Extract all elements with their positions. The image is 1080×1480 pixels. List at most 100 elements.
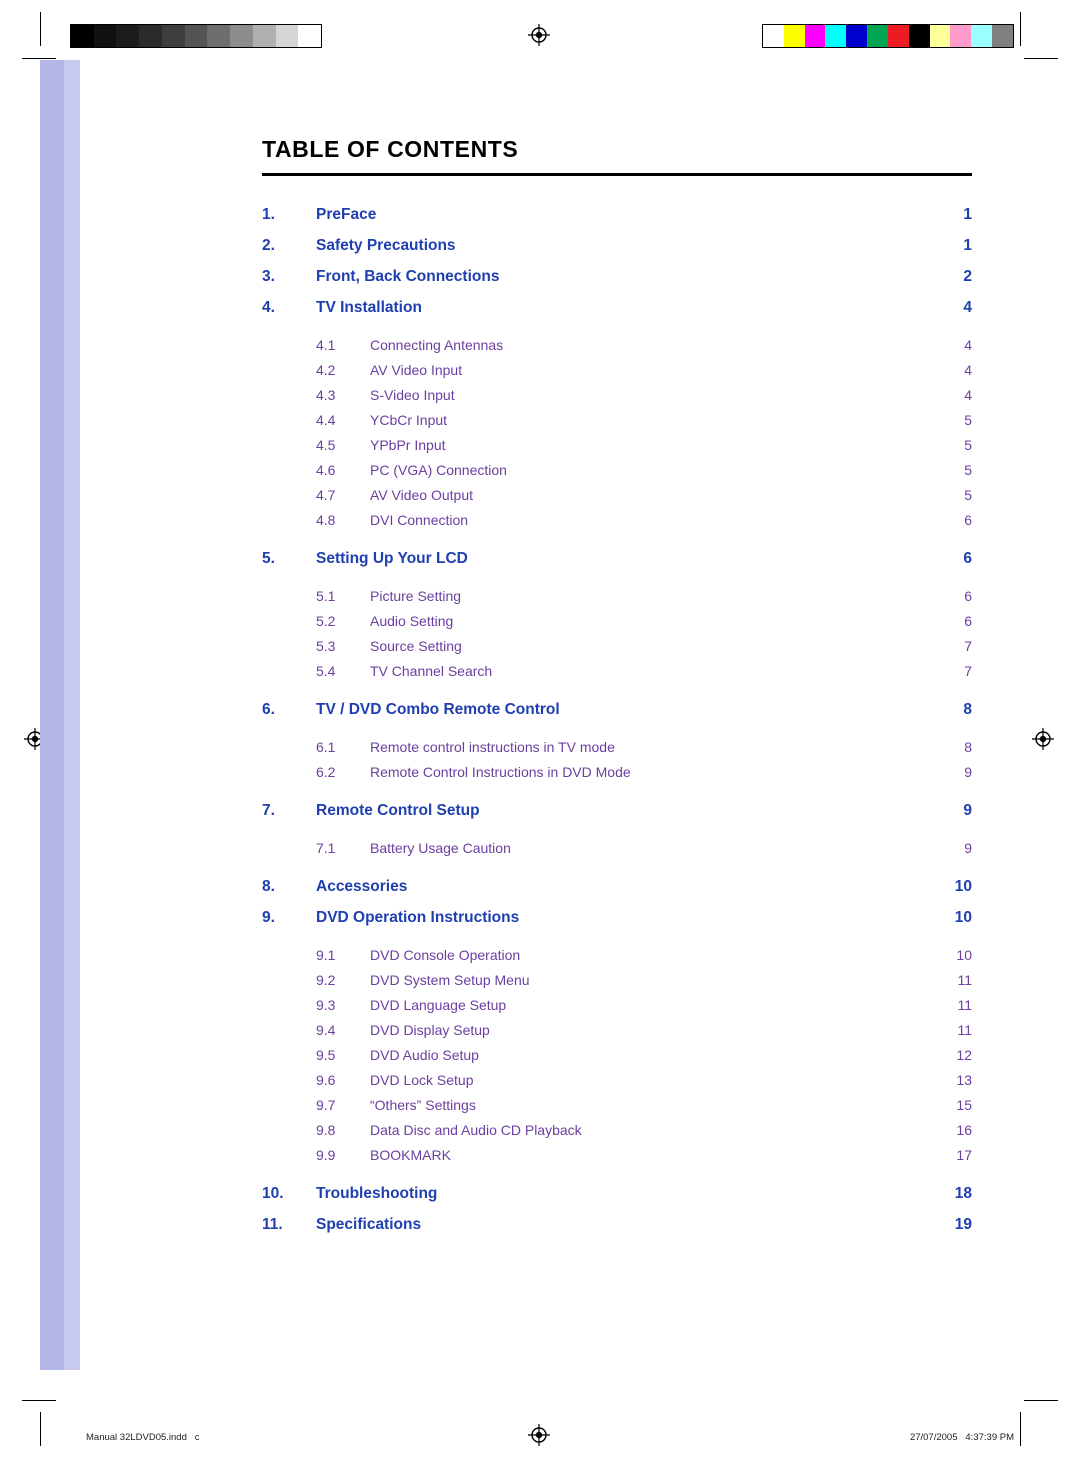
toc-entry[interactable]: 5.4 TV Channel Search 7 xyxy=(262,663,972,679)
toc-entry-page: 4 xyxy=(963,299,972,316)
toc-entry-page: 7 xyxy=(964,663,972,679)
toc-spacer xyxy=(262,581,972,588)
toc-entry-page: 12 xyxy=(956,1047,972,1063)
toc-entry[interactable]: 9.6 DVD Lock Setup 13 xyxy=(262,1072,972,1088)
toc-entry-page: 9 xyxy=(963,802,972,819)
crop-mark-bottom-right-vertical xyxy=(1020,1412,1021,1446)
toc-entry[interactable]: 4.1 Connecting Antennas 4 xyxy=(262,337,972,353)
toc-entry-number: 1. xyxy=(262,206,275,223)
left-decorative-band-light xyxy=(64,60,80,1370)
toc-entry[interactable]: 11. Specifications 19 xyxy=(262,1216,972,1234)
toc-entry[interactable]: 4.3 S-Video Input 4 xyxy=(262,387,972,403)
toc-entry[interactable]: 9. DVD Operation Instructions 10 xyxy=(262,909,972,927)
toc-entry[interactable]: 9.4 DVD Display Setup 11 xyxy=(262,1022,972,1038)
toc-entry-number: 9.9 xyxy=(316,1147,336,1163)
footer-timestamp: 27/07/2005 4:37:39 PM xyxy=(909,1432,1014,1443)
toc-entry[interactable]: 2. Safety Precautions 1 xyxy=(262,237,972,255)
toc-entry[interactable]: 9.7 “Others” Settings 15 xyxy=(262,1097,972,1113)
registration-mark-bottom xyxy=(528,1424,550,1446)
toc-entry-page: 4 xyxy=(964,337,972,353)
toc-spacer xyxy=(262,330,972,337)
toc-spacer xyxy=(262,537,972,550)
toc-entry-page: 7 xyxy=(964,638,972,654)
crop-mark-top-right-horizontal xyxy=(1024,58,1058,59)
toc-entry-page: 5 xyxy=(964,412,972,428)
toc-entry-number: 9. xyxy=(262,909,275,926)
toc-entry-number: 4.4 xyxy=(316,412,336,428)
toc-entry[interactable]: 9.2 DVD System Setup Menu 11 xyxy=(262,972,972,988)
toc-entry[interactable]: 5.1 Picture Setting 6 xyxy=(262,588,972,604)
toc-entry-number: 9.1 xyxy=(316,947,336,963)
toc-entry-number: 4.7 xyxy=(316,487,336,503)
toc-entry-page: 4 xyxy=(964,362,972,378)
toc-entry[interactable]: 9.5 DVD Audio Setup 12 xyxy=(262,1047,972,1063)
toc-entry-number: 4.3 xyxy=(316,387,336,403)
toc-entry[interactable]: 5.3 Source Setting 7 xyxy=(262,638,972,654)
toc-entry-page: 11 xyxy=(957,997,972,1013)
toc-entry-number: 7.1 xyxy=(316,840,336,856)
toc-entry-label: DVD Audio Setup xyxy=(370,1047,479,1063)
toc-entry[interactable]: 9.3 DVD Language Setup 11 xyxy=(262,997,972,1013)
toc-entry[interactable]: 10. Troubleshooting 18 xyxy=(262,1185,972,1203)
toc-entry-label: PC (VGA) Connection xyxy=(370,462,507,478)
toc-entry[interactable]: 5. Setting Up Your LCD 6 xyxy=(262,550,972,568)
toc-spacer xyxy=(262,789,972,802)
toc-entry-page: 10 xyxy=(954,909,972,926)
toc-entry-number: 5.3 xyxy=(316,638,336,654)
toc-entry-number: 5.4 xyxy=(316,663,336,679)
toc-entry[interactable]: 5.2 Audio Setting 6 xyxy=(262,613,972,629)
toc-entry-number: 9.7 xyxy=(316,1097,336,1113)
crop-mark-top-left-horizontal xyxy=(22,58,56,59)
toc-entry-label: S-Video Input xyxy=(370,387,455,403)
toc-entry-number: 5.2 xyxy=(316,613,336,629)
toc-entry[interactable]: 3. Front, Back Connections 2 xyxy=(262,268,972,286)
toc-entry-number: 9.8 xyxy=(316,1122,336,1138)
toc-entry-number: 11. xyxy=(262,1216,283,1233)
toc-entry[interactable]: 4.8 DVI Connection 6 xyxy=(262,512,972,528)
page-title: TABLE OF CONTENTS xyxy=(262,136,519,162)
toc-entry-page: 13 xyxy=(956,1072,972,1088)
crop-mark-bottom-left-vertical xyxy=(40,1412,41,1446)
footer-filename: Manual 32LDVD05.indd c xyxy=(86,1432,200,1443)
toc-entry[interactable]: 7.1 Battery Usage Caution 9 xyxy=(262,840,972,856)
toc-entry-label: TV / DVD Combo Remote Control xyxy=(316,701,560,718)
toc-entry[interactable]: 4.6 PC (VGA) Connection 5 xyxy=(262,462,972,478)
toc-entry-number: 4.8 xyxy=(316,512,336,528)
toc-entry-label: YCbCr Input xyxy=(370,412,448,428)
toc-entry-label: Audio Setting xyxy=(370,613,454,629)
toc-entry[interactable]: 9.8 Data Disc and Audio CD Playback 16 xyxy=(262,1122,972,1138)
toc-entry-label: Connecting Antennas xyxy=(370,337,504,353)
toc-entry[interactable]: 4. TV Installation 4 xyxy=(262,299,972,317)
toc-entry-label: Remote Control Instructions in DVD Mode xyxy=(370,764,631,780)
toc-entry[interactable]: 6.2 Remote Control Instructions in DVD M… xyxy=(262,764,972,780)
toc-entry-number: 8. xyxy=(262,878,275,895)
toc-entry-number: 6.2 xyxy=(316,764,336,780)
toc-spacer xyxy=(262,688,972,701)
toc-entry-label: Specifications xyxy=(316,1216,422,1233)
toc-entry-label: Picture Setting xyxy=(370,588,462,604)
toc-entry-number: 10. xyxy=(262,1185,284,1202)
toc-entry[interactable]: 9.9 BOOKMARK 17 xyxy=(262,1147,972,1163)
toc-entry[interactable]: 4.5 YPbPr Input 5 xyxy=(262,437,972,453)
toc-entry-label: Remote control instructions in TV mode xyxy=(370,739,615,755)
toc-entry-page: 2 xyxy=(963,268,972,285)
toc-entry-number: 4.6 xyxy=(316,462,336,478)
toc-entry-label: YPbPr Input xyxy=(370,437,446,453)
toc-entry[interactable]: 9.1 DVD Console Operation 10 xyxy=(262,947,972,963)
print-page-frame: TABLE OF CONTENTS 1. PreFace 1 2. Safety… xyxy=(0,0,1080,1480)
toc-entry[interactable]: 6.1 Remote control instructions in TV mo… xyxy=(262,739,972,755)
toc-entry[interactable]: 7. Remote Control Setup 9 xyxy=(262,802,972,820)
toc-entry-page: 6 xyxy=(964,613,972,629)
toc-entry-page: 5 xyxy=(964,462,972,478)
toc-entry[interactable]: 6. TV / DVD Combo Remote Control 8 xyxy=(262,701,972,719)
toc-entry[interactable]: 4.7 AV Video Output 5 xyxy=(262,487,972,503)
toc-entry[interactable]: 4.4 YCbCr Input 5 xyxy=(262,412,972,428)
toc-entry-page: 10 xyxy=(956,947,972,963)
toc-entry[interactable]: 1. PreFace 1 xyxy=(262,206,972,224)
toc-entry[interactable]: 8. Accessories 10 xyxy=(262,878,972,896)
toc-spacer xyxy=(262,833,972,840)
toc-entry-label: Front, Back Connections xyxy=(316,268,500,285)
toc-entry-label: Source Setting xyxy=(370,638,462,654)
toc-entry[interactable]: 4.2 AV Video Input 4 xyxy=(262,362,972,378)
toc-entry-label: Remote Control Setup xyxy=(316,802,480,819)
